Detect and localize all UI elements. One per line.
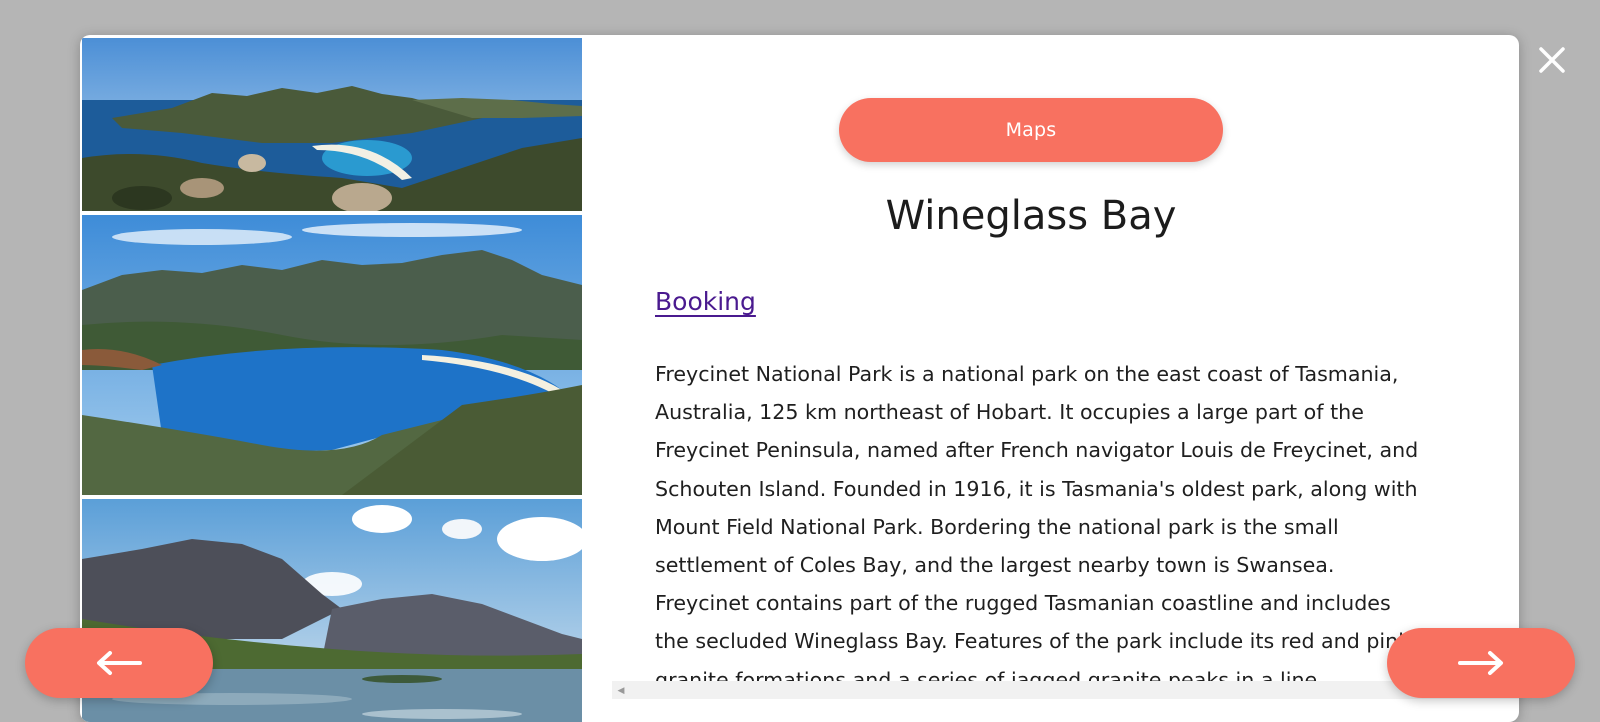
park-description: Freycinet National Park is a national pa…	[655, 362, 1419, 692]
gallery-modal: Maps Wineglass Bay Booking Freycinet Nat…	[80, 35, 1519, 722]
maps-button[interactable]: Maps	[839, 98, 1223, 162]
previous-button[interactable]	[25, 628, 213, 698]
booking-link[interactable]: Booking	[655, 287, 756, 316]
page-title: Wineglass Bay	[885, 193, 1177, 239]
arrow-right-icon	[1458, 651, 1503, 675]
arrow-left-icon	[97, 651, 142, 675]
close-icon	[1539, 47, 1565, 73]
gallery-photo-wineglass-bay[interactable]	[82, 215, 582, 495]
gallery-photo-bay-aerial[interactable]	[82, 38, 582, 211]
scroll-left-arrow-icon[interactable]: ◀	[612, 681, 630, 699]
horizontal-scrollbar[interactable]: ◀ ▶	[612, 681, 1519, 699]
info-panel: Maps Wineglass Bay Booking Freycinet Nat…	[582, 35, 1519, 692]
photo-gallery	[82, 38, 582, 722]
next-button[interactable]	[1387, 628, 1575, 698]
close-button[interactable]	[1530, 38, 1574, 82]
